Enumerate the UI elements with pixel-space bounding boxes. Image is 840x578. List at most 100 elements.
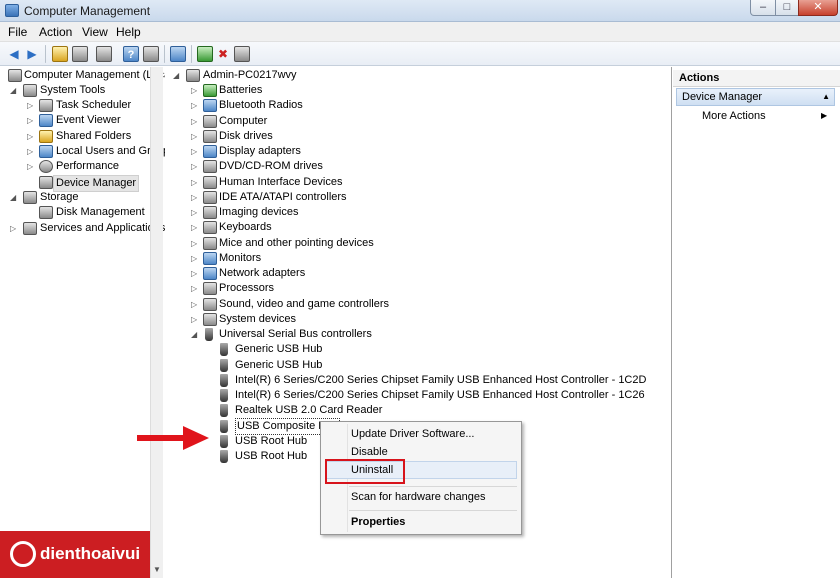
services-icon xyxy=(23,222,37,235)
phone-logo-icon xyxy=(10,541,36,567)
device-category-label: Display adapters xyxy=(219,145,301,157)
hid-icon xyxy=(203,175,217,189)
close-button[interactable]: ✕ xyxy=(798,0,838,16)
expanded-icon[interactable]: ◢ xyxy=(191,327,200,342)
shared-folders-icon xyxy=(39,130,53,143)
task-scheduler-icon xyxy=(39,99,53,112)
collapsed-icon[interactable]: ▷ xyxy=(191,266,200,281)
back-icon[interactable]: ◀ xyxy=(6,46,22,62)
collapsed-icon[interactable]: ▷ xyxy=(27,98,36,113)
collapsed-icon[interactable]: ▷ xyxy=(191,205,200,220)
menu-scan-hardware[interactable]: Scan for hardware changes xyxy=(351,491,486,503)
tree-item-task-scheduler[interactable]: Task Scheduler xyxy=(56,98,131,113)
expanded-icon[interactable]: ◢ xyxy=(173,68,182,83)
usb-device-label: USB Root Hub xyxy=(235,434,308,447)
uninstall-highlight-box xyxy=(325,459,405,484)
menu-action[interactable]: Action xyxy=(39,25,72,39)
menu-help[interactable]: Help xyxy=(116,25,141,39)
collapsed-icon[interactable]: ▷ xyxy=(191,144,200,159)
scan-hardware-icon[interactable] xyxy=(170,46,186,62)
maximize-button[interactable]: □ xyxy=(775,0,799,16)
more-actions-link[interactable]: More Actions xyxy=(702,110,766,122)
show-action-pane-icon[interactable] xyxy=(143,46,159,62)
device-category-label: Network adapters xyxy=(219,267,306,279)
device-category-label: Bluetooth Radios xyxy=(219,99,303,112)
monitor-icon xyxy=(203,251,217,265)
collapsed-icon[interactable]: ▷ xyxy=(191,312,200,327)
device-category-label: Computer xyxy=(219,114,268,127)
tree-item-performance[interactable]: Performance xyxy=(56,159,119,174)
submenu-arrow-icon: ▶ xyxy=(821,111,828,120)
help-icon[interactable]: ? xyxy=(123,46,139,62)
annotation-arrow-icon xyxy=(137,426,209,450)
collapsed-icon[interactable]: ▷ xyxy=(191,114,200,129)
tree-item-event-viewer[interactable]: Event Viewer xyxy=(56,113,121,128)
actions-section-device-manager[interactable]: Device Manager ▲ xyxy=(676,88,835,106)
computer-management-icon xyxy=(8,69,22,82)
computer-icon xyxy=(203,114,217,128)
properties-icon[interactable] xyxy=(96,46,112,62)
collapsed-icon[interactable]: ▷ xyxy=(27,129,36,144)
collapsed-icon[interactable]: ▷ xyxy=(191,220,200,235)
event-viewer-icon xyxy=(39,114,53,127)
device-category-label: Processors xyxy=(219,282,275,295)
collapsed-icon[interactable]: ▷ xyxy=(191,281,200,296)
device-category-label: Mice and other pointing devices xyxy=(219,236,374,249)
enable-device-icon[interactable] xyxy=(234,46,250,62)
collapsed-icon[interactable]: ▷ xyxy=(191,175,200,190)
collapsed-icon[interactable]: ▷ xyxy=(191,98,200,113)
actions-section-label: Device Manager xyxy=(682,91,763,103)
menu-separator xyxy=(349,510,517,511)
title-bar: Computer Management – □ ✕ xyxy=(0,0,840,22)
expanded-icon[interactable]: ◢ xyxy=(10,83,19,98)
left-scrollbar[interactable]: ▼ xyxy=(150,67,163,578)
tree-item-services-and-applications[interactable]: Services and Applications xyxy=(40,221,165,236)
menu-properties[interactable]: Properties xyxy=(351,516,405,528)
usb-device-icon xyxy=(220,373,228,387)
expanded-icon[interactable]: ◢ xyxy=(10,190,19,205)
battery-icon xyxy=(203,84,217,97)
menu-view[interactable]: View xyxy=(82,25,108,39)
usb-device-label: Generic USB Hub xyxy=(235,343,323,356)
tree-item-shared-folders[interactable]: Shared Folders xyxy=(56,129,131,144)
uninstall-icon[interactable]: ✖ xyxy=(215,46,231,62)
menu-update-driver[interactable]: Update Driver Software... xyxy=(351,428,475,440)
device-category-label: Disk drives xyxy=(219,129,273,142)
forward-icon[interactable]: ▶ xyxy=(24,46,40,62)
collapsed-icon[interactable]: ▷ xyxy=(191,83,200,98)
disk-management-icon xyxy=(39,206,53,219)
device-manager-icon xyxy=(39,176,53,189)
context-menu: Update Driver Software... Disable Uninst… xyxy=(320,421,522,535)
collapsed-icon[interactable]: ▷ xyxy=(27,144,36,159)
tree-item-storage[interactable]: Storage xyxy=(40,190,79,205)
display-adapter-icon xyxy=(203,145,217,158)
usb-device-icon xyxy=(220,389,228,402)
show-hide-tree-icon[interactable] xyxy=(72,46,88,62)
collapsed-icon[interactable]: ▷ xyxy=(191,236,200,251)
collapsed-icon[interactable]: ▷ xyxy=(191,251,200,266)
collapsed-icon[interactable]: ▷ xyxy=(191,129,200,144)
collapsed-icon[interactable]: ▷ xyxy=(10,221,19,236)
menu-file[interactable]: File xyxy=(8,25,27,39)
update-driver-icon[interactable] xyxy=(197,46,213,62)
tree-item-disk-management[interactable]: Disk Management xyxy=(56,205,145,220)
collapsed-icon[interactable]: ▷ xyxy=(191,190,200,205)
usb-icon xyxy=(205,328,213,341)
performance-icon xyxy=(39,160,53,173)
collapsed-icon[interactable]: ▷ xyxy=(191,159,200,174)
scroll-down-icon[interactable]: ▼ xyxy=(153,565,161,574)
disk-drive-icon xyxy=(203,129,217,143)
collapsed-icon[interactable]: ▷ xyxy=(27,113,36,128)
usb-device-icon xyxy=(220,343,228,357)
collapsed-icon[interactable]: ▷ xyxy=(27,159,36,174)
toolbar: ◀ ▶ ? ✖ xyxy=(0,42,840,66)
menu-disable[interactable]: Disable xyxy=(351,446,388,458)
device-tree-root[interactable]: Admin-PC0217wvy xyxy=(203,68,297,83)
up-folder-icon[interactable] xyxy=(52,46,68,62)
computer-icon xyxy=(186,69,200,82)
collapse-icon[interactable]: ▲ xyxy=(822,92,830,101)
minimize-button[interactable]: – xyxy=(750,0,776,16)
collapsed-icon[interactable]: ▷ xyxy=(191,297,200,312)
mouse-icon xyxy=(203,236,217,250)
tree-item-system-tools[interactable]: System Tools xyxy=(40,83,105,98)
